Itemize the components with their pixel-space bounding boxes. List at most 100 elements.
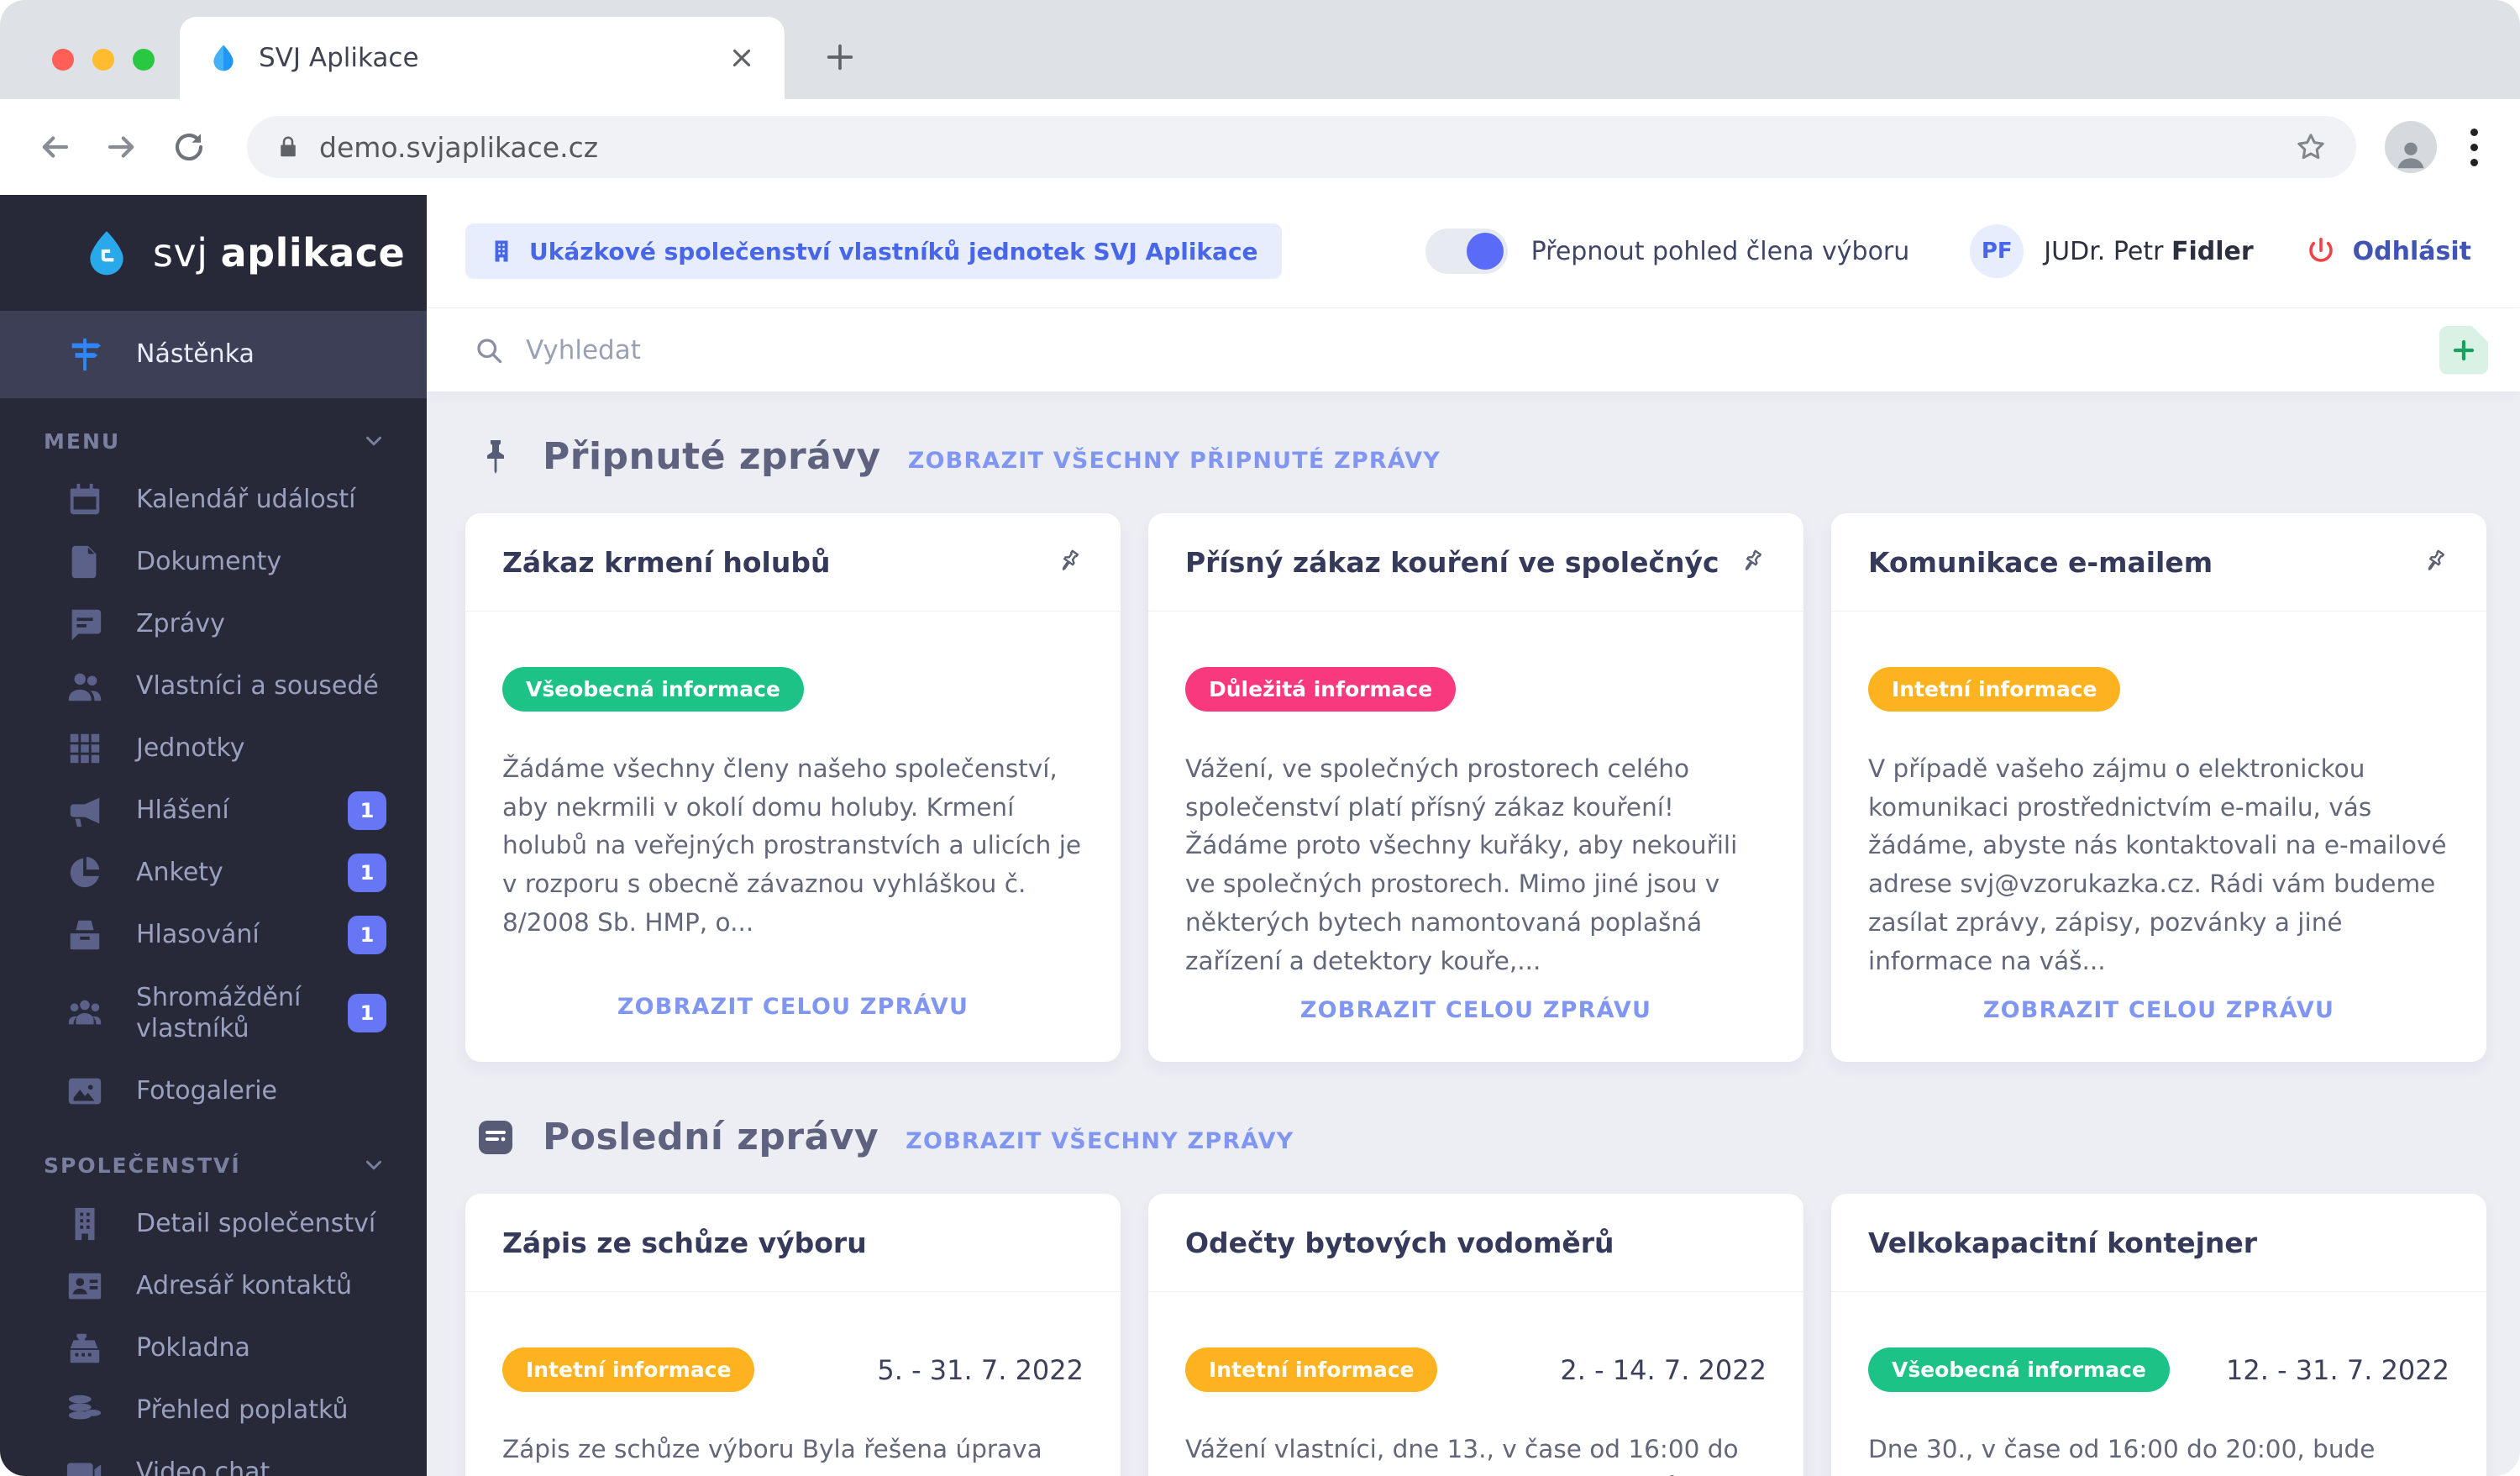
contact-card-icon	[68, 1273, 102, 1300]
sidebar-item-hlasovani[interactable]: Hlasování 1	[0, 904, 427, 966]
sidebar-item-dokumenty[interactable]: Dokumenty	[0, 531, 427, 593]
sidebar-item-kalendar[interactable]: Kalendář událostí	[0, 469, 427, 531]
section-title: Poslední zprávy	[543, 1116, 879, 1158]
logo-icon	[90, 231, 123, 276]
sidebar-item-detail[interactable]: Detail společenství	[0, 1193, 427, 1255]
window-controls	[52, 49, 155, 71]
card-title: Přísný zákaz kouření ve společnýc...	[1185, 545, 1719, 579]
message-icon	[71, 609, 102, 641]
browser-profile-icon[interactable]	[2385, 121, 2437, 173]
card-excerpt: Vážení, ve společných prostorech celého …	[1185, 754, 1738, 975]
sidebar-item-label: Fotogalerie	[136, 1076, 278, 1106]
calendar-icon	[70, 483, 100, 515]
sidebar-item-vlastnici[interactable]: Vlastníci a sousedé	[0, 655, 427, 717]
tab-close-icon[interactable]	[727, 44, 756, 72]
coins-icon	[68, 1395, 102, 1420]
sidebar-item-label: Vlastníci a sousedé	[136, 671, 379, 701]
sidebar-item-jednotky[interactable]: Jednotky	[0, 717, 427, 780]
pin-outline-icon[interactable]	[2413, 541, 2455, 583]
pinned-section-header: Připnuté zprávy ZOBRAZIT VŠECHNY PŘIPNUT…	[475, 435, 2486, 478]
show-all-messages-link[interactable]: ZOBRAZIT VŠECHNY ZPRÁVY	[906, 1120, 1294, 1154]
organization-badge[interactable]: Ukázkové společenství vlastníků jednotek…	[465, 223, 1282, 279]
sidebar-item-label: Jednotky	[136, 733, 245, 764]
image-icon	[68, 1078, 102, 1105]
sidebar-item-label: Hlasování	[136, 920, 260, 950]
building-icon	[495, 240, 508, 262]
sidebar-item-label: Kalendář událostí	[136, 485, 356, 515]
sidebar-item-fotogalerie[interactable]: Fotogalerie	[0, 1060, 427, 1122]
sidebar-item-zpravy[interactable]: Zprávy	[0, 593, 427, 655]
signpost-icon	[71, 338, 102, 371]
ballot-box-icon	[70, 920, 100, 950]
sidebar-item-adresar[interactable]: Adresář kontaktů	[0, 1255, 427, 1317]
sidebar-section-spolecenstvi[interactable]: SPOLEČENSTVÍ	[0, 1122, 427, 1193]
avatar[interactable]: PF	[1970, 224, 2024, 278]
chevron-down-icon	[366, 436, 381, 446]
building-icon	[75, 1207, 95, 1241]
sidebar-item-label: Ankety	[136, 858, 223, 888]
lock-icon[interactable]	[276, 134, 301, 160]
forward-icon[interactable]	[104, 129, 139, 165]
board-view-toggle[interactable]	[1425, 228, 1508, 274]
search-icon	[477, 338, 502, 363]
card-title: Zákaz krmení holubů	[502, 545, 831, 579]
card-title: Odečty bytových vodoměrů	[1185, 1226, 1614, 1259]
pin-solid-icon	[487, 439, 504, 474]
card-title: Zápis ze schůze výboru	[502, 1226, 867, 1259]
sidebar-section-menu[interactable]: MENU	[0, 398, 427, 469]
sidebar-item-label: Hlášení	[136, 796, 229, 826]
pie-chart-icon	[70, 856, 100, 888]
sidebar-item-label: Shromáždění vlastníků	[136, 982, 302, 1044]
sidebar-item-nastenka[interactable]: Nástěnka	[0, 311, 427, 398]
card-excerpt: Dne 30., v čase od 16:00 do 20:00, bude …	[1868, 1435, 2376, 1476]
sidebar-item-label: Pokladna	[136, 1333, 250, 1363]
sidebar: svj aplikace Nástěnka MENU Kalendář udál…	[0, 195, 427, 1476]
zoom-window-button[interactable]	[133, 49, 155, 71]
video-camera-icon	[66, 1463, 102, 1476]
sidebar-section-label: SPOLEČENSTVÍ	[44, 1153, 241, 1178]
sidebar-item-pokladna[interactable]: Pokladna	[0, 1317, 427, 1379]
sidebar-item-label: Dokumenty	[136, 547, 282, 577]
pin-outline-icon[interactable]	[1730, 541, 1772, 583]
logo-word1: svj	[153, 230, 208, 276]
show-all-pinned-link[interactable]: ZOBRAZIT VŠECHNY PŘIPNUTÉ ZPRÁVY	[908, 439, 1441, 474]
sidebar-item-videochat[interactable]: Video chat	[0, 1442, 427, 1476]
card-excerpt: V případě vašeho zájmu o elektronickou k…	[1868, 754, 2447, 975]
search-input[interactable]	[526, 334, 2439, 365]
minimize-window-button[interactable]	[92, 49, 114, 71]
message-card: Přísný zákaz kouření ve společnýc... Důl…	[1148, 513, 1803, 1062]
notification-count-badge: 1	[348, 916, 386, 954]
bookmark-star-icon[interactable]	[2294, 130, 2328, 164]
notification-count-badge: 1	[348, 791, 386, 830]
pin-outline-icon[interactable]	[1047, 541, 1089, 583]
sidebar-item-ankety[interactable]: Ankety 1	[0, 842, 427, 904]
sidebar-item-shromazdeni[interactable]: Shromáždění vlastníků 1	[0, 966, 427, 1060]
back-icon[interactable]	[37, 129, 72, 165]
tab-strip: SVJ Aplikace	[0, 0, 2520, 99]
browser-menu-icon[interactable]	[2465, 123, 2483, 171]
add-note-button[interactable]	[2439, 325, 2488, 375]
group-icon	[68, 1000, 102, 1025]
pinned-cards: Zákaz krmení holubů Všeobecná informace …	[465, 513, 2486, 1062]
new-tab-button[interactable]	[823, 40, 857, 74]
show-full-message-link[interactable]: ZOBRAZIT CELOU ZPRÁVU	[502, 977, 1084, 1062]
logout-button[interactable]: Odhlásit	[2306, 236, 2471, 266]
sidebar-item-label: Adresář kontaktů	[136, 1271, 353, 1301]
show-full-message-link[interactable]: ZOBRAZIT CELOU ZPRÁVU	[1185, 980, 1767, 1062]
reload-icon[interactable]	[171, 129, 207, 165]
card-date-range: 5. - 31. 7. 2022	[877, 1353, 1084, 1386]
card-title: Komunikace e-mailem	[1868, 545, 2213, 579]
category-badge: Důležitá informace	[1185, 667, 1457, 712]
browser-tab[interactable]: SVJ Aplikace	[180, 17, 785, 99]
notification-count-badge: 1	[348, 854, 386, 892]
close-window-button[interactable]	[52, 49, 74, 71]
sidebar-item-label: Video chat	[136, 1458, 270, 1476]
message-card: Zápis ze schůze výboru Intetní informace…	[465, 1194, 1121, 1476]
address-bar[interactable]: demo.svjaplikace.cz	[247, 116, 2356, 178]
sidebar-item-poplatky[interactable]: Přehled poplatků	[0, 1379, 427, 1442]
sidebar-item-label: Přehled poplatků	[136, 1395, 349, 1426]
show-full-message-link[interactable]: ZOBRAZIT CELOU ZPRÁVU	[1868, 980, 2449, 1062]
message-card: Zákaz krmení holubů Všeobecná informace …	[465, 513, 1121, 1062]
sidebar-item-hlaseni[interactable]: Hlášení 1	[0, 780, 427, 842]
message-card: Odečty bytových vodoměrů Intetní informa…	[1148, 1194, 1803, 1476]
